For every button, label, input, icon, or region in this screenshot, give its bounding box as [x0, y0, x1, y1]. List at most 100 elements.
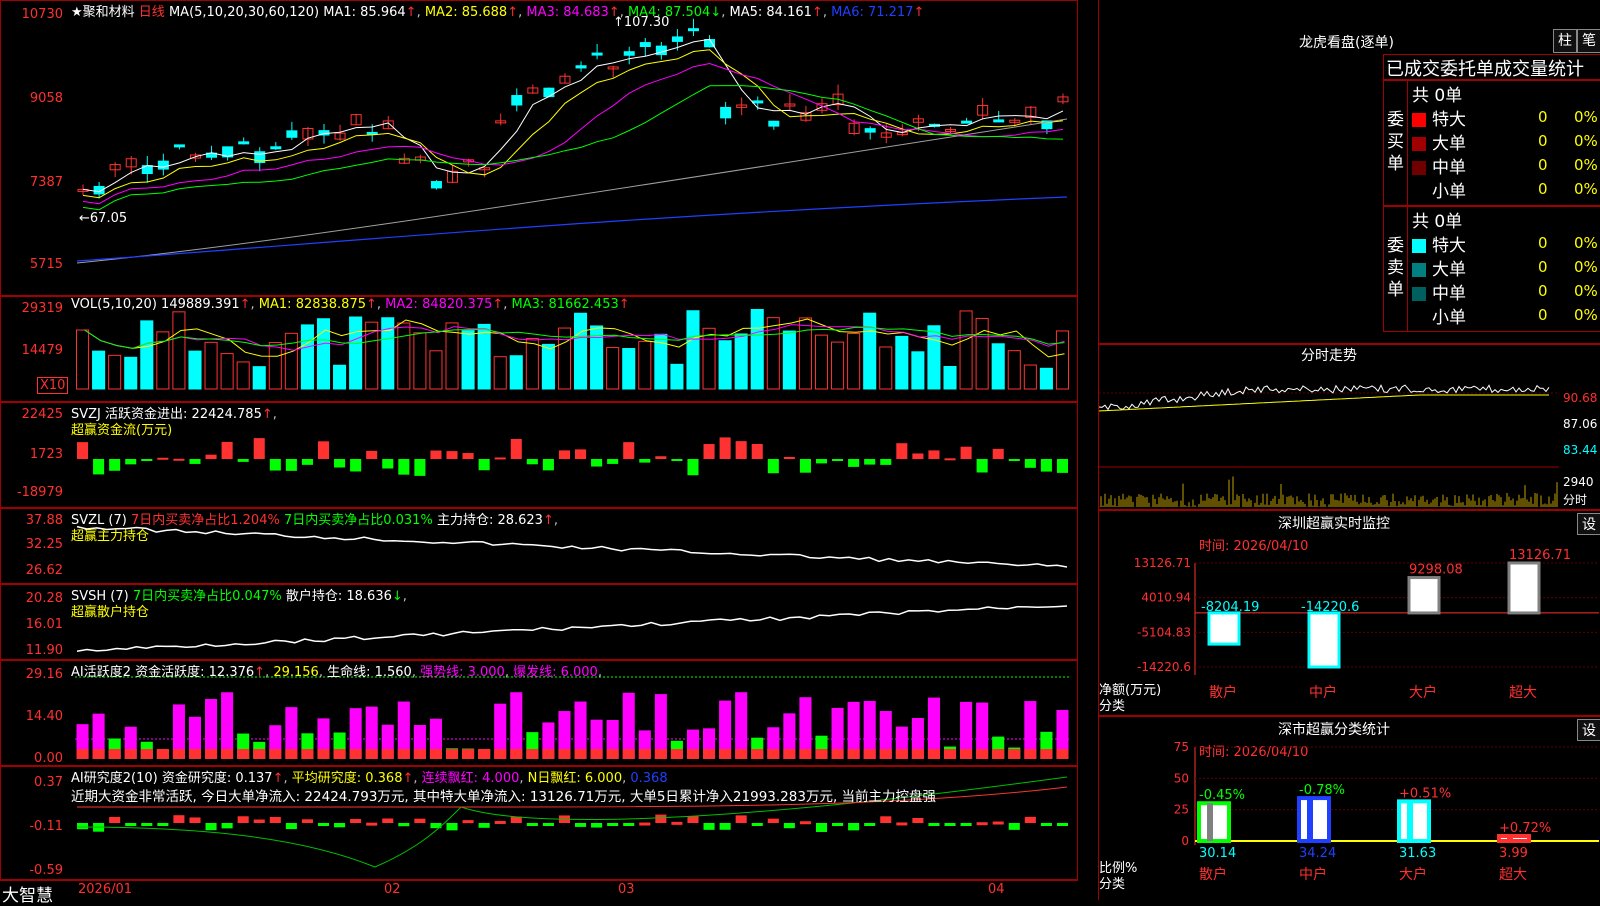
- main-kline-pane[interactable]: ★聚和材料 日线 MA(5,10,20,30,60,120) MA1: 85.9…: [0, 0, 1078, 296]
- ai2-n-day-red: N日飘红: 6.000: [527, 771, 623, 786]
- monitor-bar: [1507, 561, 1541, 615]
- fenshi-chart[interactable]: [1099, 345, 1600, 511]
- period-label[interactable]: 日线: [139, 5, 165, 20]
- monitor-bar-chart: 13126.71 4010.94 -5104.83 -14220.6 -8204.19 散…: [1134, 548, 1599, 701]
- monitor-bar: [1307, 611, 1341, 669]
- color-swatch: [1412, 137, 1426, 151]
- research-bar: [848, 823, 860, 831]
- activity-base: [895, 749, 908, 759]
- fundflow-bar: [398, 459, 410, 475]
- volume-bar: [991, 343, 1005, 390]
- volume-bar: [814, 334, 829, 390]
- volume-bar: [1007, 350, 1021, 390]
- ma-params: MA(5,10,20,30,60,120): [168, 5, 320, 20]
- research-bar: [301, 819, 313, 823]
- research-bar: [832, 823, 844, 827]
- volume-bar: [429, 350, 443, 390]
- research-bar: [1056, 823, 1068, 826]
- volume-pane[interactable]: VOL(5,10,20) 149889.391↑, MA1: 82838.875…: [0, 296, 1078, 402]
- svsh-pane[interactable]: SVSH (7) 7日内买卖净占比0.047% 散户持仓: 18.636↓, 超…: [0, 584, 1078, 660]
- classify-category: 大户: [1399, 866, 1427, 883]
- research-bar: [109, 816, 121, 823]
- volume-bar: [252, 366, 266, 390]
- monitor-category: 超大: [1509, 685, 1537, 701]
- ai2-summary: 近期大资金非常活跃, 今日大单净流入: 22424.793万元, 其中特大单净流…: [71, 789, 937, 805]
- classify-ytick: 75: [1174, 740, 1189, 754]
- monitor-bar-label: 13126.71: [1509, 548, 1571, 563]
- activity-base: [317, 749, 330, 759]
- fenshi-panel[interactable]: 分时走势 90.68 87.06 83.44 2940 分时: [1098, 344, 1600, 510]
- fundflow-bar: [173, 458, 185, 461]
- activity-base: [976, 749, 989, 759]
- monitor-panel: 深圳超赢实时监控 设 时间: 2026/04/10 13126.71 4010.9…: [1098, 510, 1600, 716]
- activity-base: [478, 749, 491, 759]
- volume-bar: [349, 316, 363, 390]
- fundflow-bar: [558, 450, 570, 459]
- research-bar: [446, 823, 458, 831]
- fundflow-bar: [896, 443, 908, 459]
- svsh-ytick-3: 11.90: [25, 643, 63, 658]
- x-label-jan: 2026/01: [78, 882, 133, 897]
- activity-base: [783, 749, 796, 759]
- ai1-activity: 资金活跃度: 12.376: [135, 665, 255, 680]
- kline-candle: [511, 95, 523, 106]
- classify-bar: [1197, 801, 1231, 843]
- activity-base: [124, 749, 137, 759]
- fundflow-bar: [591, 459, 603, 467]
- bar-mode-button[interactable]: 柱: [1553, 29, 1577, 53]
- buy-row: 小单 0 0%: [1412, 177, 1600, 202]
- main-ytick-4: 5715: [29, 257, 63, 272]
- research-bar: [414, 818, 426, 823]
- fundflow-bar: [301, 459, 313, 465]
- fundflow-bar: [382, 459, 394, 469]
- svzl-pane[interactable]: SVZL (7) 7日内买卖净占比1.204% 7日内买卖净占比0.031% 主…: [0, 508, 1078, 584]
- research-bar: [494, 820, 506, 824]
- ai1-ytick-1: 29.16: [25, 667, 63, 682]
- sell-row: 中单 0 0%: [1412, 279, 1600, 304]
- x-label-mar: 03: [618, 882, 635, 897]
- volume-bar: [76, 329, 90, 390]
- main-ytick-2: 9058: [29, 91, 63, 106]
- svzj-ytick-2: 1723: [29, 447, 63, 462]
- svzl-ratio2: 7日内买卖净占比0.031%: [283, 513, 433, 528]
- fundflow-bar: [623, 442, 635, 459]
- svzj-subtitle: 超赢资金流(万元): [71, 423, 173, 438]
- classify-bar-chart: 75 50 25 0 -0.45% 30.14 散户 -0.78% 34.24 中户 +0.51% 3…: [1174, 740, 1599, 883]
- volume-bar: [975, 317, 989, 390]
- buy-row-label: 小单: [1432, 182, 1466, 202]
- sell-row-value: 0: [1538, 282, 1548, 300]
- fundflow-bar: [317, 441, 330, 459]
- research-bar: [205, 823, 217, 831]
- fenshi-ytick-3: 83.44: [1563, 443, 1598, 457]
- svzj-pane[interactable]: SVZJ 活跃资金进出: 22424.785↑, 超赢资金流(万元) 22425…: [0, 402, 1078, 508]
- ai1-value2: 29.156: [273, 665, 319, 680]
- svzl-position: 主力持仓: 28.623: [436, 513, 543, 528]
- activity-base: [638, 749, 651, 759]
- monitor-bar-label: 9298.08: [1409, 563, 1463, 578]
- ai-research-pane[interactable]: AI研究度2(10) 资金研究度: 0.137↑, 平均研究度: 0.368↑,…: [0, 766, 1078, 880]
- sell-row-pct: 0%: [1574, 282, 1598, 300]
- kline-candle: [768, 120, 780, 127]
- svsh-ytick-2: 16.01: [25, 617, 63, 632]
- activity-base: [301, 749, 314, 759]
- monitor-bar: [1207, 611, 1241, 646]
- activity-base: [221, 749, 234, 759]
- volume-chart[interactable]: [1, 297, 1079, 403]
- monitor-ytick: -5104.83: [1137, 625, 1191, 639]
- fundflow-bar: [414, 459, 426, 476]
- fundflow-bar: [350, 459, 362, 472]
- research-bar: [880, 816, 892, 823]
- ai-activity-pane[interactable]: AI活跃度2 资金活跃度: 12.376↑, 29.156, 生命线: 1.56…: [0, 660, 1078, 766]
- ma5-value: MA5: 84.161: [729, 5, 812, 20]
- main-ytick-3: 7387: [29, 175, 63, 190]
- research-bar: [462, 820, 474, 824]
- volume-bar: [172, 311, 186, 390]
- activity-bar: [221, 692, 234, 759]
- fundflow-bar: [510, 438, 522, 459]
- activity-base: [285, 749, 298, 759]
- sell-row-label: 小单: [1432, 308, 1466, 328]
- kline-chart[interactable]: [1, 1, 1079, 297]
- classify-bar-stripe: [1307, 798, 1313, 841]
- fundflow-bar: [237, 459, 249, 462]
- tick-mode-button[interactable]: 笔: [1577, 29, 1600, 53]
